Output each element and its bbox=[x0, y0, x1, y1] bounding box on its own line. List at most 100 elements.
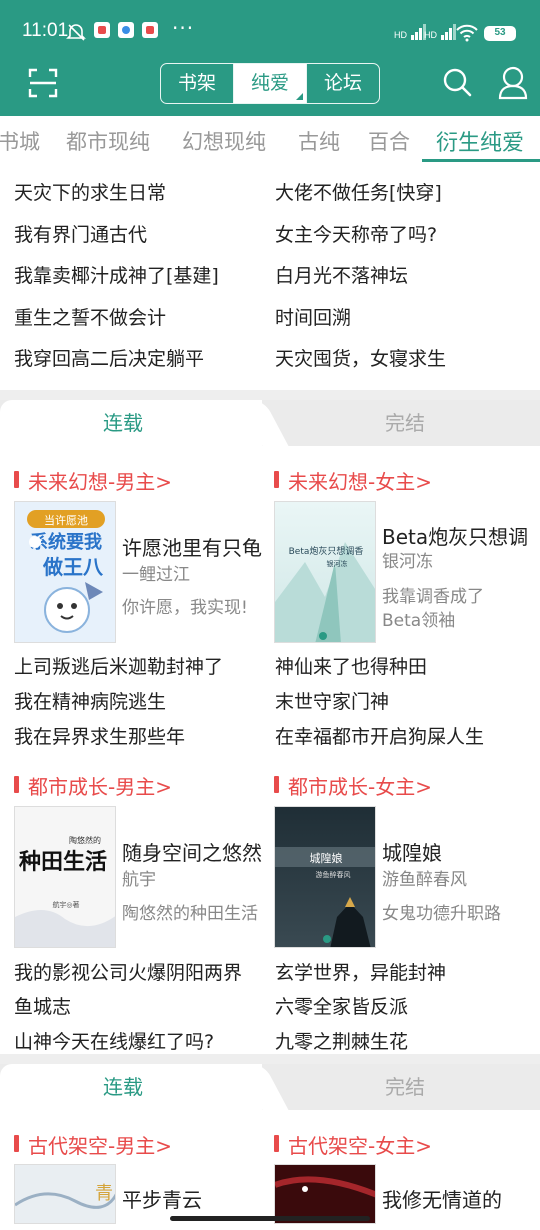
block1-tabbar: 连载 完结 bbox=[0, 400, 540, 446]
app-notification-icon bbox=[142, 22, 158, 38]
book-title[interactable]: Beta炮灰只想调 bbox=[382, 521, 528, 550]
svg-text:青: 青 bbox=[95, 1183, 113, 1204]
block1-panel: 未来幻想-男主> 当许愿池 系统要我 做王八 许愿池里有只龟 一鲤过江 你许愿，… bbox=[0, 446, 540, 1054]
cover-author-text: 游鱼醉春风 bbox=[316, 870, 351, 879]
list-item[interactable]: 大佬不做任务[快穿] bbox=[275, 178, 442, 205]
signal-icon: HD bbox=[394, 24, 426, 40]
list-item[interactable]: 我靠卖椰汁成神了[基建] bbox=[14, 261, 219, 288]
book-cover[interactable] bbox=[274, 1164, 376, 1224]
top-book-list: 天灾下的求生日常 我有界门通古代 我靠卖椰汁成神了[基建] 重生之誓不做会计 我… bbox=[0, 164, 540, 390]
battery-icon: 53 bbox=[484, 26, 516, 41]
category-tab-active[interactable]: 衍生纯爱 bbox=[436, 125, 524, 157]
category-tab[interactable]: 书城 bbox=[0, 126, 40, 156]
category-tab[interactable]: 古纯 bbox=[298, 126, 340, 156]
book-author: 游鱼醉春风 bbox=[382, 870, 467, 890]
mute-icon bbox=[66, 22, 86, 46]
list-item[interactable]: 末世守家门神 bbox=[275, 687, 389, 714]
section-divider bbox=[0, 1054, 540, 1064]
list-item[interactable]: 玄学世界，异能封神 bbox=[275, 958, 446, 985]
app-header: 11:01 ··· HD HD 53 书架 纯爱 论坛 bbox=[0, 0, 540, 116]
tab-serializing[interactable]: 连载 bbox=[0, 1064, 262, 1110]
segment-chunai[interactable]: 纯爱 bbox=[234, 64, 307, 103]
list-item[interactable]: 我有界门通古代 bbox=[14, 220, 147, 247]
cover-title-text: 种田生活 bbox=[19, 849, 107, 875]
top-segment-control: 书架 纯爱 论坛 bbox=[160, 63, 380, 104]
book-title[interactable]: 许愿池里有只龟 bbox=[122, 532, 262, 561]
more-notifications-icon: ··· bbox=[172, 16, 195, 40]
cover-sub-text: 陶悠然的 bbox=[69, 835, 101, 845]
book-desc: 我靠调香成了 bbox=[382, 587, 484, 607]
cover-badge: 当许愿池 bbox=[44, 513, 88, 527]
book-title[interactable]: 平步青云 bbox=[122, 1184, 202, 1213]
list-item[interactable]: 女主今天称帝了吗? bbox=[275, 220, 437, 247]
list-item[interactable]: 神仙来了也得种田 bbox=[275, 652, 427, 679]
list-item[interactable]: 我在异界求生那些年 bbox=[14, 722, 185, 749]
book-author: 航宇 bbox=[122, 870, 156, 890]
scan-icon[interactable] bbox=[28, 68, 58, 98]
book-cover[interactable]: 城隍娘 游鱼醉春风 bbox=[274, 806, 376, 948]
tab-serializing[interactable]: 连载 bbox=[0, 400, 262, 446]
list-item[interactable]: 我在精神病院逃生 bbox=[14, 687, 166, 714]
section-title[interactable]: 古代架空-女主> bbox=[274, 1130, 432, 1159]
status-time: 11:01 bbox=[22, 20, 69, 41]
list-item[interactable]: 上司叛逃后米迦勒封神了 bbox=[14, 652, 223, 679]
section-title[interactable]: 都市成长-女主> bbox=[274, 771, 432, 800]
cover-author-text: 银河冻 bbox=[327, 559, 348, 568]
list-item[interactable]: 我的影视公司火爆阴阳两界 bbox=[14, 958, 242, 985]
list-item[interactable]: 山神今天在线爆红了吗? bbox=[14, 1027, 214, 1054]
book-cover[interactable]: 当许愿池 系统要我 做王八 bbox=[14, 501, 116, 643]
list-item[interactable]: 天灾下的求生日常 bbox=[14, 178, 166, 205]
book-cover[interactable]: 种田生活 陶悠然的 航宇◎著 bbox=[14, 806, 116, 948]
list-item[interactable]: 九零之荆棘生花 bbox=[275, 1027, 408, 1054]
wifi-icon bbox=[456, 24, 478, 46]
book-cover[interactable]: Beta炮灰只想调香 银河冻 bbox=[274, 501, 376, 643]
section-title[interactable]: 都市成长-男主> bbox=[14, 771, 172, 800]
tab-completed[interactable]: 完结 bbox=[270, 1064, 540, 1110]
list-item[interactable]: 白月光不落神坛 bbox=[275, 261, 408, 288]
list-item[interactable]: 时间回溯 bbox=[275, 303, 351, 330]
category-tab[interactable]: 百合 bbox=[368, 126, 410, 156]
book-title[interactable]: 我修无情道的 bbox=[382, 1184, 502, 1213]
list-item[interactable]: 六零全家皆反派 bbox=[275, 992, 408, 1019]
book-cover[interactable]: 青 bbox=[14, 1164, 116, 1224]
section-title[interactable]: 古代架空-男主> bbox=[14, 1130, 172, 1159]
cover-title-text: Beta炮灰只想调香 bbox=[289, 545, 364, 557]
app-notification-icon bbox=[118, 22, 134, 38]
book-author: 一鲤过江 bbox=[122, 565, 190, 585]
book-author: 银河冻 bbox=[382, 552, 433, 572]
category-tab[interactable]: 幻想现纯 bbox=[182, 126, 266, 156]
book-desc: Beta领袖 bbox=[382, 611, 456, 631]
section-title[interactable]: 未来幻想-男主> bbox=[14, 466, 172, 495]
book-desc: 女鬼功德升职路 bbox=[382, 904, 501, 924]
section-divider bbox=[0, 390, 540, 400]
book-title[interactable]: 随身空间之悠然 bbox=[122, 837, 262, 866]
list-item[interactable]: 鱼城志 bbox=[14, 992, 71, 1019]
search-icon[interactable] bbox=[441, 66, 473, 98]
tab-label: 连载 bbox=[103, 1075, 143, 1099]
block2-panel: 古代架空-男主> 青 平步青云 古代架空-女主> 我修无情道的 bbox=[0, 1110, 540, 1230]
hd-label: HD bbox=[424, 30, 437, 40]
category-tabs: 书城 都市现纯 幻想现纯 古纯 百合 衍生纯爱 bbox=[0, 116, 540, 164]
segment-forum[interactable]: 论坛 bbox=[307, 64, 379, 103]
cover-title-text: 城隍娘 bbox=[310, 851, 343, 865]
category-active-indicator bbox=[422, 159, 540, 162]
segment-bookshelf[interactable]: 书架 bbox=[161, 64, 234, 103]
book-title[interactable]: 城隍娘 bbox=[382, 837, 442, 866]
profile-icon[interactable] bbox=[496, 64, 530, 100]
status-bar: 11:01 ··· HD HD 53 bbox=[0, 0, 540, 62]
list-item[interactable]: 在幸福都市开启狗屎人生 bbox=[275, 722, 484, 749]
svg-text:做王八: 做王八 bbox=[42, 555, 104, 579]
signal-icon: HD bbox=[424, 24, 456, 40]
hd-label: HD bbox=[394, 30, 407, 40]
list-item[interactable]: 我穿回高二后决定躺平 bbox=[14, 344, 204, 371]
book-desc: 陶悠然的种田生活 bbox=[122, 904, 258, 924]
list-item[interactable]: 重生之誓不做会计 bbox=[14, 303, 166, 330]
book-desc: 你许愿，我实现! bbox=[122, 598, 248, 618]
tab-completed[interactable]: 完结 bbox=[270, 400, 540, 446]
block2-tabbar: 连载 完结 bbox=[0, 1064, 540, 1110]
home-indicator[interactable] bbox=[170, 1216, 370, 1221]
section-title[interactable]: 未来幻想-女主> bbox=[274, 466, 432, 495]
list-item[interactable]: 天灾囤货，女寝求生 bbox=[275, 344, 446, 371]
category-tab[interactable]: 都市现纯 bbox=[66, 126, 150, 156]
tab-label: 连载 bbox=[103, 411, 143, 435]
